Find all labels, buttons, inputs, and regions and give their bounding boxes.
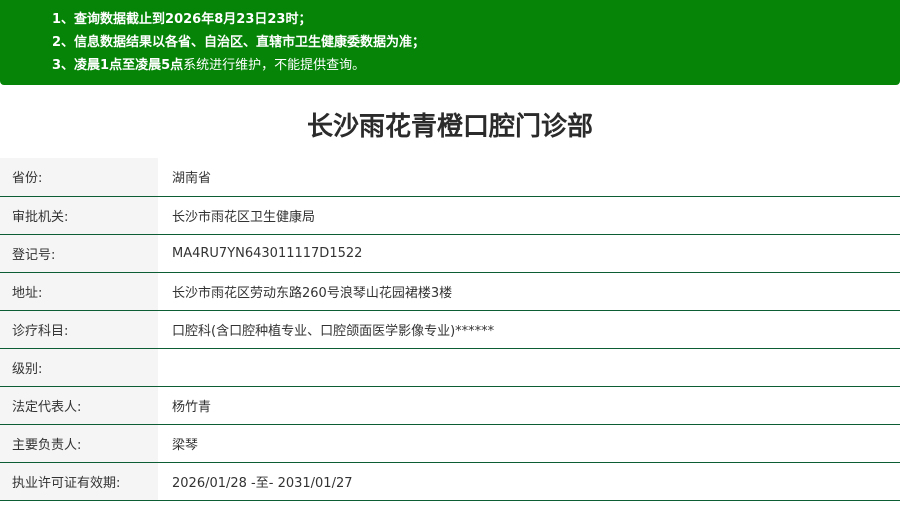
row-value: 湖南省 bbox=[158, 158, 900, 197]
notice-line-2: 2、信息数据结果以各省、自治区、直辖市卫生健康委数据为准； bbox=[52, 35, 426, 50]
row-value: 长沙市雨花区卫生健康局 bbox=[158, 196, 900, 235]
row-label: 登记号: bbox=[0, 234, 158, 273]
institution-info-table: 省份: 湖南省 审批机关: 长沙市雨花区卫生健康局 登记号: MA4RU7YN6… bbox=[0, 158, 900, 501]
row-value: 梁琴 bbox=[158, 424, 900, 463]
notice-line-3: 3、凌晨1点至凌晨5点系统进行维护，不能提供查询。 bbox=[52, 58, 366, 73]
row-label: 审批机关: bbox=[0, 196, 158, 235]
row-label: 诊疗科目: bbox=[0, 310, 158, 349]
notice-banner: 1、查询数据截止到2026年8月23日23时； 2、信息数据结果以各省、自治区、… bbox=[0, 0, 900, 85]
row-value: 2026/01/28 -至- 2031/01/27 bbox=[158, 462, 900, 501]
row-label: 省份: bbox=[0, 158, 158, 197]
row-label: 执业许可证有效期: bbox=[0, 462, 158, 501]
row-value: 长沙市雨花区劳动东路260号浪琴山花园裙楼3楼 bbox=[158, 272, 900, 311]
row-value: MA4RU7YN643011117D1522 bbox=[158, 234, 900, 273]
table-row: 法定代表人: 杨竹青 bbox=[0, 386, 900, 425]
row-label: 主要负责人: bbox=[0, 424, 158, 463]
notice-line-1: 1、查询数据截止到2026年8月23日23时； bbox=[52, 12, 312, 27]
table-row: 省份: 湖南省 bbox=[0, 158, 900, 197]
table-row: 主要负责人: 梁琴 bbox=[0, 424, 900, 463]
row-label: 法定代表人: bbox=[0, 386, 158, 425]
table-row: 诊疗科目: 口腔科(含口腔种植专业、口腔颌面医学影像专业)****** bbox=[0, 310, 900, 349]
row-label: 级别: bbox=[0, 348, 158, 387]
table-row: 登记号: MA4RU7YN643011117D1522 bbox=[0, 234, 900, 273]
table-row: 地址: 长沙市雨花区劳动东路260号浪琴山花园裙楼3楼 bbox=[0, 272, 900, 311]
table-row: 级别: bbox=[0, 348, 900, 387]
notice-maintenance-hours: 凌晨1点至凌晨5点 bbox=[74, 58, 184, 73]
table-row: 审批机关: 长沙市雨花区卫生健康局 bbox=[0, 196, 900, 235]
notice-deadline: 2026年8月23日23时 bbox=[165, 12, 299, 27]
row-label: 地址: bbox=[0, 272, 158, 311]
table-row: 执业许可证有效期: 2026/01/28 -至- 2031/01/27 bbox=[0, 462, 900, 501]
page-title: 长沙雨花青橙口腔门诊部 bbox=[306, 112, 593, 142]
row-value: 口腔科(含口腔种植专业、口腔颌面医学影像专业)****** bbox=[158, 310, 900, 349]
row-value: 杨竹青 bbox=[158, 386, 900, 425]
row-value bbox=[158, 348, 900, 387]
